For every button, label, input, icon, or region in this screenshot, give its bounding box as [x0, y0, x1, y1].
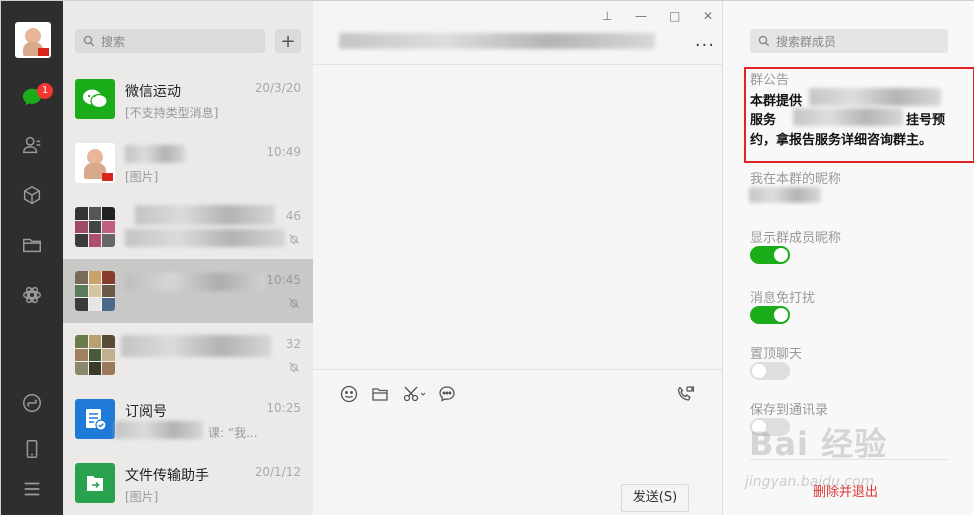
group-avatar [75, 207, 115, 247]
mute-label: 消息免打扰 [750, 291, 816, 306]
files-icon[interactable] [20, 233, 44, 257]
call-icon[interactable] [675, 384, 695, 404]
delete-and-exit-button[interactable]: 删除并退出 [813, 481, 878, 500]
more-options-button[interactable]: ··· [695, 35, 715, 56]
maximize-button[interactable]: □ [669, 9, 680, 23]
favorites-icon[interactable] [20, 183, 44, 207]
menu-icon[interactable] [20, 477, 44, 501]
redacted-chat-title [339, 33, 655, 49]
chat-name: 微信运动 [125, 84, 181, 100]
chat-item-group[interactable]: 32 [63, 323, 313, 387]
redacted-name [135, 205, 275, 225]
sidebar: 1 [1, 1, 63, 515]
group-avatar [75, 271, 115, 311]
save-contacts-label: 保存到通讯录 [750, 403, 829, 418]
chat-header: ··· [313, 1, 723, 65]
redacted-notice [793, 108, 903, 126]
screenshot-icon[interactable] [402, 384, 428, 404]
sticky-toggle[interactable] [750, 362, 790, 380]
chat-time: 10:49 [266, 145, 301, 159]
search-icon [83, 35, 95, 47]
contacts-icon[interactable] [20, 133, 44, 157]
group-info-panel: 搜索群成员 群公告 本群提供 服务 挂号预 约，拿报告服务详细咨询群主。 我在本… [723, 1, 974, 515]
group-avatar [75, 335, 115, 375]
notice-line-2a: 服务 [750, 113, 777, 128]
contact-avatar [75, 143, 115, 183]
chat-history-icon[interactable] [437, 384, 457, 404]
notice-line-2b: 挂号预 [906, 113, 946, 128]
chat-preview: [不支持类型消息] [125, 106, 219, 120]
redacted-notice [809, 88, 941, 106]
chat-preview: [图片] [125, 170, 159, 184]
notice-line-3: 约，拿报告服务详细咨询群主。 [750, 133, 933, 148]
mute-icon [289, 298, 299, 308]
chat-search-input[interactable]: 搜索 [75, 29, 265, 53]
emoji-icon[interactable] [339, 384, 359, 404]
add-chat-button[interactable]: + [275, 29, 301, 53]
sticky-label: 置顶聊天 [750, 347, 803, 362]
notice-line-1: 本群提供 [750, 94, 803, 109]
member-search-input[interactable]: 搜索群成员 [750, 29, 948, 53]
mute-toggle[interactable] [750, 306, 790, 324]
chat-item-contact[interactable]: 10:49 [图片] [63, 131, 313, 195]
chat-time: 20/3/20 [254, 81, 301, 95]
divider [750, 459, 948, 460]
chat-item-wechat-sports[interactable]: 微信运动 20/3/20 [不支持类型消息] [63, 67, 313, 131]
chat-name: 订阅号 [125, 404, 167, 420]
member-search-placeholder: 搜索群成员 [776, 34, 837, 49]
chat-time: 32 [285, 337, 301, 351]
chat-preview: 课: “我... [208, 426, 258, 440]
chat-main: ··· ⊥ — □ ✕ 发送(S) [313, 1, 723, 515]
wechat-sports-icon [75, 79, 115, 119]
mute-icon [289, 362, 299, 372]
folder-icon[interactable] [370, 384, 390, 404]
search-icon [758, 35, 770, 47]
nickname-label: 我在本群的昵称 [750, 172, 842, 187]
pin-window-button[interactable]: ⊥ [602, 9, 612, 23]
chat-time: 46 [285, 209, 301, 223]
mute-icon [289, 234, 299, 244]
chat-item-subscriptions[interactable]: 订阅号 10:25 课: “我... [63, 387, 313, 451]
redacted-preview [125, 229, 285, 247]
chat-item-group[interactable]: 46 [63, 195, 313, 259]
chat-item-file-transfer[interactable]: 文件传输助手 20/1/12 [图片] [63, 451, 313, 515]
chat-search-placeholder: 搜索 [101, 34, 126, 49]
avatar[interactable] [15, 22, 51, 58]
notice-label: 群公告 [750, 73, 790, 88]
redacted-nickname[interactable] [749, 187, 821, 203]
wechat-window: 1 搜索 + 微信运动 20/3/20 [不支持类型消息] 10:49 [图片]… [0, 0, 974, 515]
minimize-button[interactable]: — [635, 9, 647, 23]
message-composer[interactable]: 发送(S) [313, 369, 723, 515]
redacted-name [125, 145, 185, 163]
unread-badge: 1 [37, 83, 53, 99]
chat-name: 文件传输助手 [125, 468, 209, 484]
chat-item-group-selected[interactable]: 10:45 [63, 259, 313, 323]
chat-list: 搜索 + 微信运动 20/3/20 [不支持类型消息] 10:49 [图片] 4… [63, 1, 313, 515]
chat-preview: [图片] [125, 490, 159, 504]
phone-icon[interactable] [20, 437, 44, 461]
chat-time: 10:45 [266, 273, 301, 287]
subscriptions-icon [75, 399, 115, 439]
redacted-name [125, 273, 265, 291]
show-nickname-label: 显示群成员昵称 [750, 231, 842, 246]
file-transfer-icon [75, 463, 115, 503]
mini-program-icon[interactable] [20, 391, 44, 415]
redacted-name [121, 335, 271, 357]
chat-time: 20/1/12 [254, 465, 301, 479]
redacted-preview [115, 421, 203, 439]
show-nickname-toggle[interactable] [750, 246, 790, 264]
moments-icon[interactable] [20, 283, 44, 307]
chat-time: 10:25 [266, 401, 301, 415]
send-button[interactable]: 发送(S) [621, 484, 689, 512]
close-button[interactable]: ✕ [703, 9, 713, 23]
